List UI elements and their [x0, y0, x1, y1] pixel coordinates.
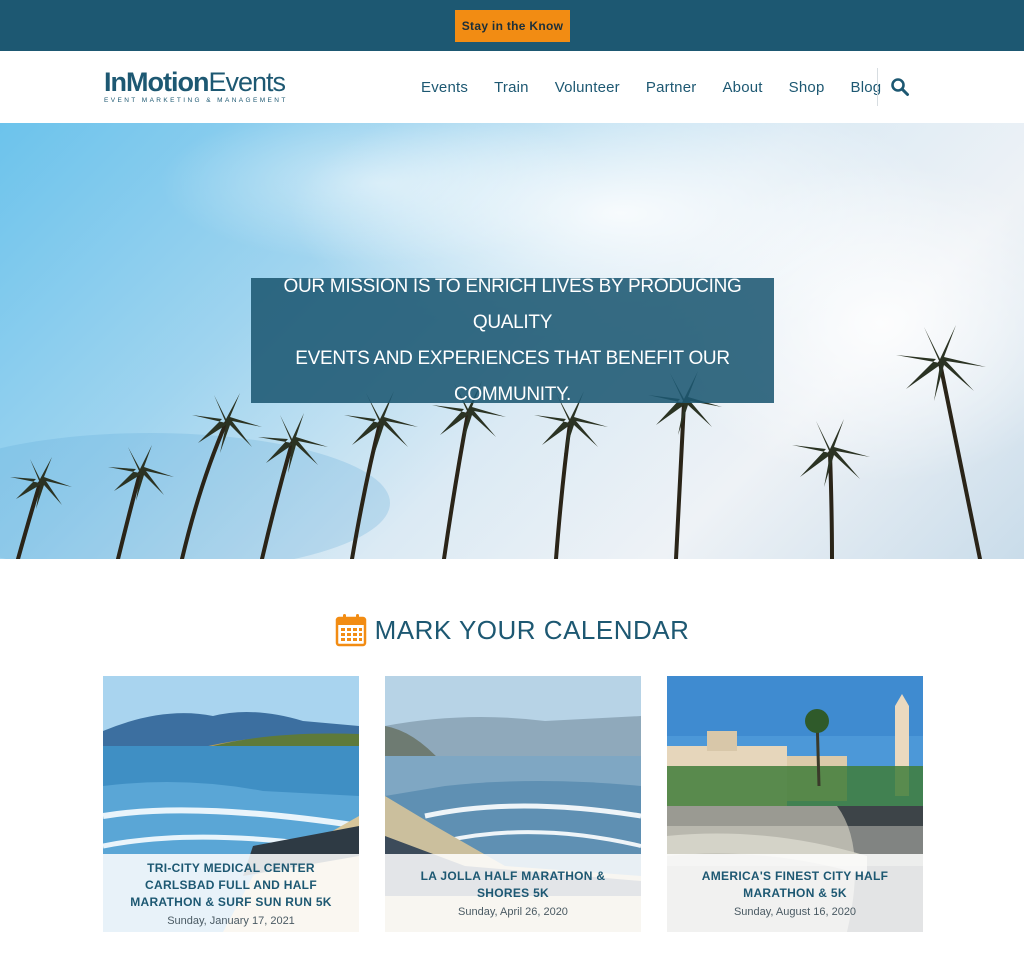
- event-caption: America's Finest City Half Marathon & 5K…: [667, 854, 923, 932]
- nav-shop[interactable]: Shop: [789, 79, 825, 96]
- event-caption: Tri-City Medical Center Carlsbad Full an…: [103, 854, 359, 932]
- event-card-la-jolla[interactable]: La Jolla Half Marathon & Shores 5K Sunda…: [385, 676, 641, 932]
- site-header: InMotionEvents EVENT MARKETING & MANAGEM…: [0, 51, 1024, 123]
- nav-partner[interactable]: Partner: [646, 79, 697, 96]
- calendar-title: MARK YOUR CALENDAR: [374, 614, 690, 645]
- event-date: Sunday, January 17, 2021: [167, 914, 295, 927]
- event-title[interactable]: America's Finest City Half Marathon & 5K: [675, 868, 915, 902]
- site-logo[interactable]: InMotionEvents EVENT MARKETING & MANAGEM…: [104, 68, 304, 108]
- event-card-carlsbad[interactable]: Tri-City Medical Center Carlsbad Full an…: [103, 676, 359, 932]
- logo-wordmark: InMotionEvents: [104, 68, 304, 96]
- logo-light-text: Events: [208, 67, 286, 97]
- search-icon[interactable]: [890, 77, 910, 97]
- mission-line-2: events and experiences that benefit our …: [295, 347, 730, 405]
- logo-bold-text: InMotion: [104, 67, 209, 97]
- nav-about[interactable]: About: [722, 79, 762, 96]
- event-caption: La Jolla Half Marathon & Shores 5K Sunda…: [385, 854, 641, 932]
- event-card-americas-finest[interactable]: America's Finest City Half Marathon & 5K…: [667, 676, 923, 932]
- top-announcement-bar: Stay in the Know: [0, 0, 1024, 51]
- mission-statement-text: Our mission is to enrich lives by produc…: [251, 269, 774, 413]
- nav-train[interactable]: Train: [494, 79, 529, 96]
- calendar-section-heading: MARK YOUR CALENDAR: [0, 610, 1024, 650]
- event-date: Sunday, August 16, 2020: [733, 906, 857, 918]
- event-title[interactable]: La Jolla Half Marathon & Shores 5K: [393, 868, 633, 902]
- mission-line-1: Our mission is to enrich lives by produc…: [283, 275, 742, 333]
- stay-in-the-know-button[interactable]: Stay in the Know: [455, 10, 570, 42]
- nav-divider: [877, 68, 878, 106]
- logo-tagline: EVENT MARKETING & MANAGEMENT: [104, 97, 288, 104]
- mission-statement-box: Our mission is to enrich lives by produc…: [251, 276, 774, 405]
- event-date: Sunday, April 26, 2020: [458, 906, 568, 918]
- calendar-icon: [335, 614, 366, 647]
- nav-volunteer[interactable]: Volunteer: [555, 79, 620, 96]
- main-nav: Events Train Volunteer Partner About Sho…: [408, 51, 894, 123]
- nav-events[interactable]: Events: [421, 79, 468, 96]
- event-title[interactable]: Tri-City Medical Center Carlsbad Full an…: [111, 860, 351, 911]
- hero-banner: Our mission is to enrich lives by produc…: [0, 123, 1024, 559]
